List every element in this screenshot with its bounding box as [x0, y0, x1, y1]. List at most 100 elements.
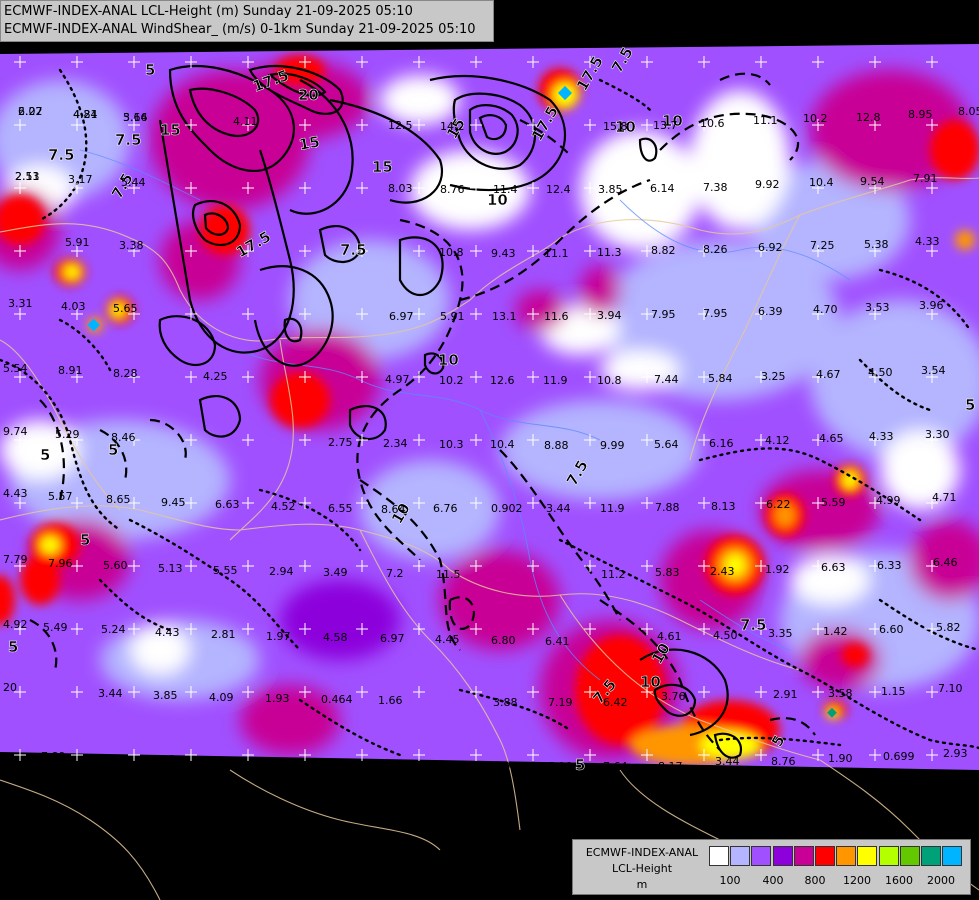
station-value: 6.16	[709, 437, 734, 450]
station-value: 9.92	[755, 178, 780, 191]
contour-label: 15	[372, 158, 393, 176]
legend-swatch	[878, 846, 899, 866]
station-value: 3.85	[598, 183, 623, 196]
station-value: 5.29	[55, 428, 80, 441]
station-value: 11.1	[753, 114, 778, 127]
color-legend: ECMWF-INDEX-ANAL LCL-Height m 100 400 800 1…	[572, 839, 971, 895]
station-value: 6.02	[18, 105, 43, 118]
station-value: 5.49	[43, 621, 68, 634]
station-value: 1.93	[265, 692, 290, 705]
legend-swatch	[836, 846, 857, 866]
station-value: 5.60	[103, 559, 128, 572]
station-value: 4.50	[868, 366, 893, 379]
station-value: 11.5	[436, 568, 461, 581]
station-value: 5.91	[440, 310, 465, 323]
legend-tick-label: 1600	[885, 874, 913, 887]
station-value: 2.13	[15, 170, 40, 183]
station-value: 6.92	[758, 241, 783, 254]
station-value: 4.11	[233, 115, 258, 128]
station-value: 4.12	[765, 434, 790, 447]
station-value: 11.6	[544, 310, 569, 323]
station-value: 2.91	[773, 688, 798, 701]
station-value: 8.28	[113, 367, 138, 380]
legend-swatch	[857, 846, 878, 866]
station-value: 6.39	[758, 305, 783, 318]
station-value: 6.22	[766, 498, 791, 511]
legend-tick-label: 2000	[927, 874, 955, 887]
contour-label: 10	[438, 351, 459, 369]
station-value: 8.65	[106, 493, 131, 506]
title-box: ECMWF-INDEX-ANAL LCL-Height (m) Sunday 2…	[0, 0, 494, 42]
legend-swatch	[730, 846, 751, 866]
station-value: 7.38	[703, 181, 728, 194]
station-value: 8.46	[111, 431, 136, 444]
station-value: 5.82	[936, 621, 961, 634]
station-value: 8.13	[711, 500, 736, 513]
station-value: 20	[3, 681, 17, 694]
station-value: 1.66	[378, 694, 403, 707]
station-value: 11.2	[601, 568, 626, 581]
station-value: 3.44	[715, 755, 740, 768]
station-value: 4.45	[435, 633, 460, 646]
station-value: 3.96	[493, 760, 518, 773]
station-value: 10.2	[803, 112, 828, 125]
station-value: 8.64	[381, 503, 406, 516]
station-value: 5.59	[821, 496, 846, 509]
station-value: 5.18	[548, 760, 573, 773]
station-value: 3.38	[119, 239, 144, 252]
station-value: 4.25	[203, 370, 228, 383]
station-value: 4.92	[3, 618, 28, 631]
station-value: 6.46	[933, 556, 958, 569]
station-value: 4.33	[869, 430, 894, 443]
legend-swatch	[772, 846, 793, 866]
legend-swatch	[793, 846, 814, 866]
contour-label: 15	[298, 133, 322, 154]
station-value: 9.54	[860, 175, 885, 188]
station-value: 7.19	[548, 696, 573, 709]
station-value: 12.6	[490, 374, 515, 387]
station-value: 3.48	[321, 758, 346, 771]
station-value: 7.64	[603, 760, 628, 773]
station-value: 3.44	[98, 687, 123, 700]
station-value: 1.86	[433, 760, 458, 773]
station-value: 4.52	[271, 500, 296, 513]
station-value: 4.81	[73, 108, 98, 121]
legend-swatch	[942, 846, 963, 866]
station-value: 7.89	[41, 750, 66, 763]
station-value: 8.76	[440, 183, 465, 196]
title-lcl-height: ECMWF-INDEX-ANAL LCL-Height (m) Sunday 2…	[4, 4, 413, 19]
station-value: 5.24	[101, 623, 126, 636]
station-value: 5.38	[864, 238, 889, 251]
station-value: 0.699	[883, 750, 915, 763]
station-value: 7.96	[48, 557, 73, 570]
station-value: 1.15	[881, 685, 906, 698]
station-value: 13.1	[492, 310, 517, 323]
station-value: 11.3	[597, 246, 622, 259]
station-value: 3.96	[919, 299, 944, 312]
contour-label: 5	[575, 756, 585, 774]
station-value: 3.88	[493, 696, 518, 709]
station-value: 3.20	[265, 757, 290, 770]
station-value: 1.42	[823, 625, 848, 638]
station-value: 5.91	[65, 236, 90, 249]
legend-tick-label: 100	[719, 874, 741, 887]
station-value: 7.25	[810, 239, 835, 252]
station-value: 2.03	[208, 755, 233, 768]
contour-label: 7.5	[115, 131, 142, 149]
station-value: 3.17	[68, 173, 93, 186]
station-value: 3.44	[546, 502, 571, 515]
station-value: 4.43	[3, 487, 28, 500]
legend-units: m	[636, 878, 648, 891]
station-value: 4.71	[932, 491, 957, 504]
legend-swatch	[709, 846, 729, 866]
station-value: 4.70	[813, 303, 838, 316]
station-value: 4.09	[209, 691, 234, 704]
station-value: 8.17	[658, 760, 683, 773]
contour-label: 5	[80, 531, 90, 549]
station-value: 5.44	[121, 176, 146, 189]
contour-label: 20	[298, 86, 319, 104]
legend-swatch	[899, 846, 920, 866]
station-value: 3.35	[768, 627, 793, 640]
station-value: 7.2	[386, 567, 404, 580]
station-value: 10.8	[597, 374, 622, 387]
